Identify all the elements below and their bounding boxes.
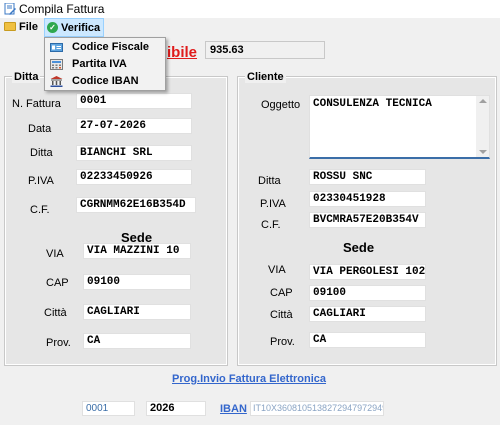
via-label: VIA (46, 248, 64, 260)
menu-item-label: Partita IVA (72, 58, 127, 70)
cliente-via-label: VIA (268, 264, 286, 276)
folder-icon (4, 21, 16, 31)
menu-item-label: Codice Fiscale (72, 41, 150, 53)
n-fattura-label: N. Fattura (12, 98, 61, 110)
data-label: Data (28, 123, 52, 135)
cliente-cf-label: C.F. (261, 219, 281, 231)
cliente-cap-label: CAP (270, 287, 293, 299)
citta-field[interactable]: CAGLIARI (83, 304, 191, 320)
menu-file-label: File (19, 21, 38, 33)
oggetto-text: CONSULENZA TECNICA (313, 98, 432, 110)
menu-item-partita-iva[interactable]: Partita IVA (45, 56, 165, 73)
menu-file[interactable]: File (2, 18, 42, 37)
ditta-field[interactable]: BIANCHI SRL (76, 145, 192, 161)
menu-verifica-label: Verifica (61, 22, 101, 34)
bank-icon (50, 76, 63, 87)
ditta-group-title: Ditta (12, 71, 41, 83)
app-icon (4, 3, 16, 15)
cliente-cap-field[interactable]: 09100 (309, 285, 426, 301)
imponibile-label: ibile (167, 44, 198, 61)
cliente-sede-heading: Sede (343, 240, 375, 255)
oggetto-label: Oggetto (261, 99, 301, 111)
cf-field[interactable]: CGRNMM62E16B354D (76, 197, 196, 213)
menu-verifica[interactable]: ✓ Verifica (44, 18, 104, 37)
piva-field[interactable]: 02233450926 (76, 169, 192, 185)
scroll-up-icon[interactable] (479, 99, 487, 103)
prog-invio-link[interactable]: Prog.Invio Fattura Elettronica (172, 373, 326, 385)
menu-item-label: Codice IBAN (72, 75, 139, 87)
cliente-group-title: Cliente (245, 71, 286, 83)
cliente-piva-label: P.IVA (260, 198, 286, 210)
iban-field[interactable]: IT10X3608105138272947972949 (250, 401, 384, 416)
cliente-citta-field[interactable]: CAGLIARI (309, 306, 426, 322)
data-field[interactable]: 27-07-2026 (76, 118, 192, 134)
cliente-prov-field[interactable]: CA (309, 332, 426, 348)
calculator-icon (50, 59, 63, 70)
ditta-groupbox: Ditta N. Fattura 0001 Data 27-07-2026 Di… (4, 71, 228, 366)
cf-label: C.F. (30, 204, 50, 216)
cliente-cf-field[interactable]: BVCMRA57E20B354V (309, 212, 426, 228)
cliente-groupbox: Cliente Oggetto CONSULENZA TECNICA Ditta… (237, 71, 497, 366)
cap-label: CAP (46, 277, 69, 289)
id-card-icon (50, 43, 63, 52)
menu-bar: File ✓ Verifica (0, 18, 500, 37)
cliente-via-field[interactable]: VIA PERGOLESI 102 (309, 264, 426, 280)
cap-field[interactable]: 09100 (83, 274, 191, 290)
cliente-prov-label: Prov. (270, 336, 295, 348)
window-title: Compila Fattura (19, 2, 105, 16)
ditta-label: Ditta (30, 147, 53, 159)
menu-item-codice-fiscale[interactable]: Codice Fiscale (45, 39, 165, 56)
numero-field[interactable]: 0001 (82, 401, 135, 416)
cliente-ditta-label: Ditta (258, 175, 281, 187)
cliente-ditta-field[interactable]: ROSSU SNC (309, 169, 426, 185)
imponibile-field[interactable]: 935.63 (205, 41, 325, 59)
via-field[interactable]: VIA MAZZINI 10 (83, 243, 191, 259)
scroll-down-icon[interactable] (479, 150, 487, 154)
cliente-citta-label: Città (270, 309, 293, 321)
prov-label: Prov. (46, 337, 71, 349)
oggetto-textarea[interactable]: CONSULENZA TECNICA (309, 95, 490, 159)
piva-label: P.IVA (28, 175, 54, 187)
citta-label: Città (44, 307, 67, 319)
iban-link[interactable]: IBAN (220, 403, 247, 415)
oggetto-scrollbar[interactable] (476, 96, 489, 157)
n-fattura-field[interactable]: 0001 (76, 93, 192, 109)
menu-item-codice-iban[interactable]: Codice IBAN (45, 73, 165, 90)
prov-field[interactable]: CA (83, 333, 191, 349)
anno-field[interactable]: 2026 (146, 401, 206, 416)
verifica-dropdown: Codice Fiscale Partita IVA Codice IBAN (44, 37, 166, 91)
cliente-piva-field[interactable]: 02330451928 (309, 191, 426, 207)
title-bar: Compila Fattura (0, 0, 500, 18)
check-circle-icon: ✓ (47, 21, 58, 33)
